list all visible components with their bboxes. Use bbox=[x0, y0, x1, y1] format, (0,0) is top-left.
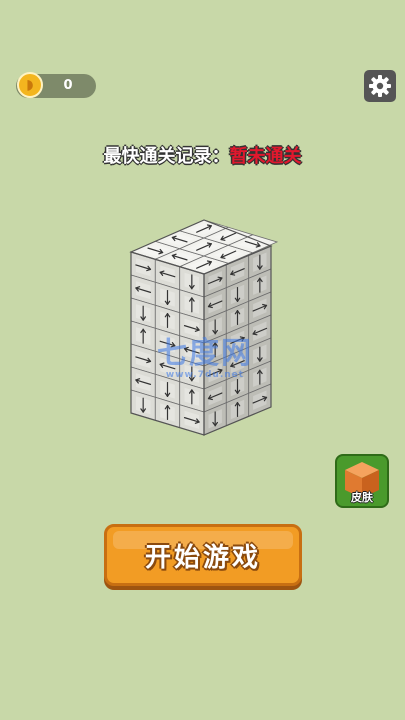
skin-button[interactable]: 皮肤 bbox=[335, 454, 389, 508]
skin-label: 皮肤 bbox=[351, 491, 373, 504]
start-game-button[interactable]: 开始游戏 bbox=[104, 524, 302, 586]
puzzle-cube[interactable] bbox=[0, 0, 405, 720]
start-game-label: 开始游戏 bbox=[144, 542, 261, 573]
